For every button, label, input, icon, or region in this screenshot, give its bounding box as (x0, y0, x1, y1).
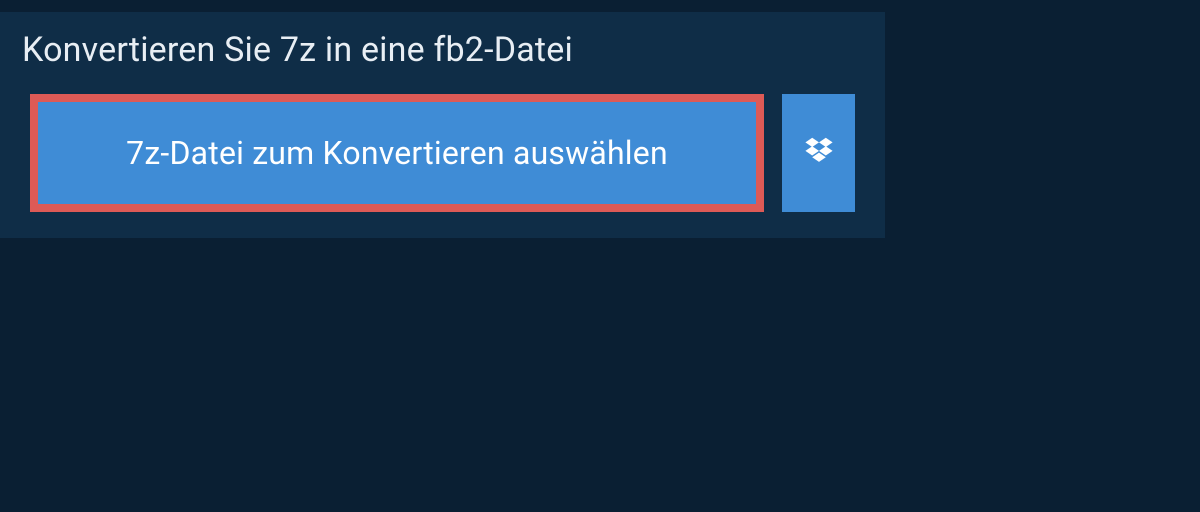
action-row: 7z-Datei zum Konvertieren auswählen (0, 94, 885, 238)
select-file-highlight: 7z-Datei zum Konvertieren auswählen (30, 94, 764, 212)
select-file-button[interactable]: 7z-Datei zum Konvertieren auswählen (38, 102, 756, 204)
dropbox-button[interactable] (782, 94, 855, 212)
converter-panel: Konvertieren Sie 7z in eine fb2-Datei 7z… (0, 12, 885, 238)
page-title: Konvertieren Sie 7z in eine fb2-Datei (22, 30, 863, 70)
dropbox-icon (802, 137, 836, 169)
title-bar: Konvertieren Sie 7z in eine fb2-Datei (0, 12, 885, 94)
